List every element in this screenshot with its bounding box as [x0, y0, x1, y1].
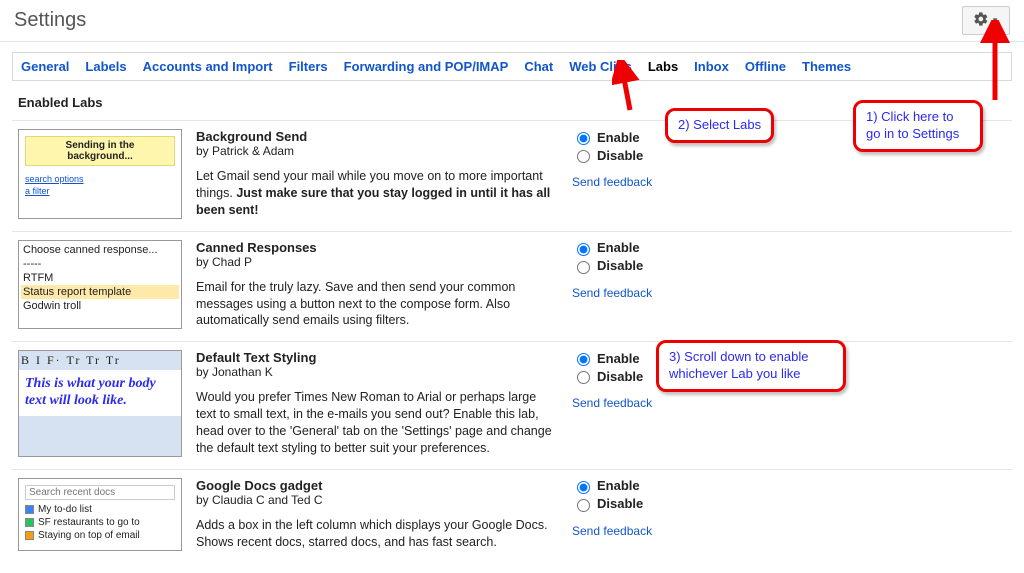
thumb-option: RTFM	[21, 271, 179, 285]
lab-author: by Patrick & Adam	[196, 144, 558, 158]
lab-desc-text: Would you prefer Times New Roman to Aria…	[196, 389, 558, 457]
callout-text: 3) Scroll down to enable	[669, 349, 833, 366]
disable-radio[interactable]	[577, 150, 590, 163]
thumb-doc: My to-do list	[38, 504, 92, 515]
disable-radio[interactable]	[577, 499, 590, 512]
thumb-doc: Staying on top of email	[38, 530, 140, 541]
tab-themes[interactable]: Themes	[802, 59, 851, 74]
tab-offline[interactable]: Offline	[745, 59, 786, 74]
lab-description: Default Text Styling by Jonathan K Would…	[196, 350, 558, 457]
enable-label: Enable	[597, 240, 640, 255]
tab-labels[interactable]: Labels	[85, 59, 126, 74]
send-feedback-link[interactable]: Send feedback	[572, 396, 692, 410]
lab-description: Background Send by Patrick & Adam Let Gm…	[196, 129, 558, 219]
lab-thumbnail: Choose canned response... ----- RTFM Sta…	[18, 240, 182, 330]
doc-icon	[25, 531, 34, 540]
lab-desc-text: Adds a box in the left column which disp…	[196, 517, 558, 551]
annotation-callout-2: 2) Select Labs	[665, 108, 774, 143]
thumb-search-input	[25, 485, 175, 500]
thumb-option: -----	[21, 257, 179, 271]
tab-chat[interactable]: Chat	[524, 59, 553, 74]
lab-controls: Enable Disable Send feedback	[572, 478, 692, 551]
callout-text: 2) Select Labs	[678, 117, 761, 132]
enable-radio[interactable]	[577, 353, 590, 366]
enable-label: Enable	[597, 351, 640, 366]
disable-radio[interactable]	[577, 371, 590, 384]
lab-desc-text: Let Gmail send your mail while you move …	[196, 168, 558, 219]
annotation-callout-1: 1) Click here to go in to Settings	[853, 100, 983, 152]
header-bar: Settings ▼	[0, 0, 1024, 42]
settings-gear-button[interactable]: ▼	[962, 6, 1010, 35]
thumb-toolbar: B I F· Tr Tr Tr	[19, 351, 181, 370]
disable-label: Disable	[597, 258, 643, 273]
enable-label: Enable	[597, 130, 640, 145]
thumb-link: search options	[25, 174, 175, 186]
send-feedback-link[interactable]: Send feedback	[572, 524, 692, 538]
thumb-banner: Sending in the background...	[25, 136, 175, 166]
enable-label: Enable	[597, 478, 640, 493]
gear-icon	[973, 11, 989, 30]
settings-tabs: General Labels Accounts and Import Filte…	[12, 52, 1012, 81]
caret-down-icon: ▼	[991, 16, 999, 25]
lab-author: by Claudia C and Ted C	[196, 493, 558, 507]
lab-title: Canned Responses	[196, 240, 558, 255]
tab-webclips[interactable]: Web Clips	[569, 59, 632, 74]
enable-radio[interactable]	[577, 132, 590, 145]
tab-labs[interactable]: Labs	[648, 59, 678, 74]
thumb-link: a filter	[25, 186, 175, 198]
lab-thumbnail: Sending in the background... search opti…	[18, 129, 182, 219]
lab-author: by Jonathan K	[196, 365, 558, 379]
tab-filters[interactable]: Filters	[289, 59, 328, 74]
tab-inbox[interactable]: Inbox	[694, 59, 729, 74]
enable-radio[interactable]	[577, 481, 590, 494]
lab-controls: Enable Disable Send feedback	[572, 240, 692, 330]
lab-desc-bold: Just make sure that you stay logged in u…	[196, 186, 550, 217]
lab-row: B I F· Tr Tr Tr This is what your body t…	[12, 341, 1012, 469]
lab-title: Default Text Styling	[196, 350, 558, 365]
enable-radio[interactable]	[577, 243, 590, 256]
lab-description: Canned Responses by Chad P Email for the…	[196, 240, 558, 330]
disable-label: Disable	[597, 369, 643, 384]
lab-desc-text: Email for the truly lazy. Save and then …	[196, 279, 558, 330]
page-title: Settings	[14, 9, 86, 32]
annotation-callout-3: 3) Scroll down to enable whichever Lab y…	[656, 340, 846, 392]
disable-radio[interactable]	[577, 261, 590, 274]
callout-text: 1) Click here to go in to Settings	[866, 109, 959, 141]
lab-description: Google Docs gadget by Claudia C and Ted …	[196, 478, 558, 551]
lab-thumbnail: My to-do list SF restaurants to go to St…	[18, 478, 182, 551]
thumb-doc: SF restaurants to go to	[38, 517, 140, 528]
disable-label: Disable	[597, 496, 643, 511]
tab-forwarding[interactable]: Forwarding and POP/IMAP	[344, 59, 509, 74]
send-feedback-link[interactable]: Send feedback	[572, 175, 692, 189]
doc-icon	[25, 518, 34, 527]
thumb-option: Choose canned response...	[21, 243, 179, 257]
thumb-option-selected: Status report template	[21, 285, 179, 299]
tab-general[interactable]: General	[21, 59, 69, 74]
send-feedback-link[interactable]: Send feedback	[572, 286, 692, 300]
thumb-body: This is what your body text will look li…	[19, 370, 181, 416]
lab-title: Background Send	[196, 129, 558, 144]
lab-thumbnail: B I F· Tr Tr Tr This is what your body t…	[18, 350, 182, 457]
lab-row: Choose canned response... ----- RTFM Sta…	[12, 231, 1012, 342]
doc-icon	[25, 505, 34, 514]
callout-text: whichever Lab you like	[669, 366, 833, 383]
lab-author: by Chad P	[196, 255, 558, 269]
disable-label: Disable	[597, 148, 643, 163]
lab-row: My to-do list SF restaurants to go to St…	[12, 469, 1012, 563]
tab-accounts[interactable]: Accounts and Import	[143, 59, 273, 74]
thumb-option: Godwin troll	[21, 299, 179, 313]
lab-title: Google Docs gadget	[196, 478, 558, 493]
